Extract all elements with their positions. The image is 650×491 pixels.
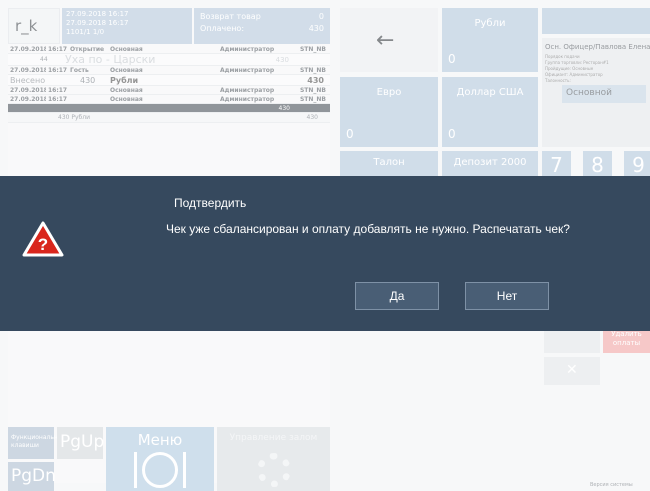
warning-icon-symbol: ?	[38, 235, 48, 254]
dialog-message: Чек уже сбалансирован и оплату добавлять…	[166, 222, 570, 236]
confirm-dialog: ? Подтвердить Чек уже сбалансирован и оп…	[0, 176, 650, 331]
no-button[interactable]: Нет	[465, 282, 549, 310]
pos-app: r_k 27.09.2018 16:17 27.09.2018 16:17 11…	[0, 0, 650, 491]
dialog-title: Подтвердить	[174, 196, 247, 210]
warning-icon: ?	[22, 221, 64, 257]
yes-button[interactable]: Да	[355, 282, 439, 310]
